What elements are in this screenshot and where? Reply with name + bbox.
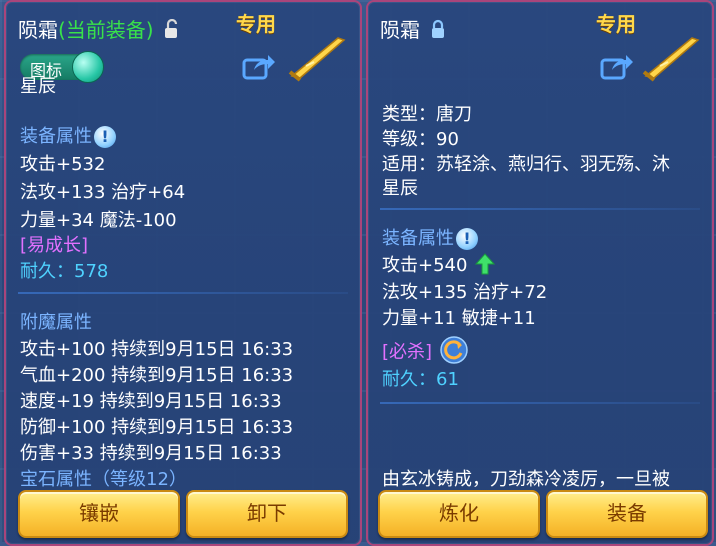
divider	[380, 208, 700, 210]
equip-attributes-heading: 装备属性!	[20, 122, 116, 148]
usable-line: 适用：苏轻涂、燕归行、羽无殇、沐	[382, 154, 670, 175]
info-icon[interactable]: !	[456, 228, 478, 250]
lock-closed-icon[interactable]	[430, 19, 446, 44]
refine-button[interactable]: 炼化	[378, 490, 540, 538]
gem-heading: 宝石属性（等级12）	[20, 469, 187, 490]
inlay-button[interactable]: 镶嵌	[18, 490, 180, 538]
unequip-button[interactable]: 卸下	[186, 490, 348, 538]
usable-line-cont: 星辰	[382, 178, 418, 199]
stat-line: 攻击+532	[20, 154, 106, 175]
growth-tag: [易成长]	[20, 235, 89, 256]
weapon-icon	[286, 32, 348, 86]
toggle-knob	[72, 51, 104, 83]
durability: 耐久：578	[20, 261, 109, 282]
current-equipment-panel: 陨霜(当前装备) 专用 图标 星辰 装备属性! 攻击+532 法攻+133 治疗…	[4, 0, 362, 546]
attack-stat: 攻击+540	[382, 255, 468, 276]
divider	[380, 402, 700, 404]
share-icon[interactable]	[242, 52, 276, 84]
level-line: 等级：90	[382, 129, 459, 150]
weapon-icon	[640, 32, 702, 86]
exclusive-badge: 专用	[596, 12, 636, 36]
arrow-up-icon	[475, 252, 496, 280]
compare-item-panel: 陨霜 专用 类型：唐刀 等级：90 适用：苏轻涂、燕归行、羽无殇、沐 星辰 装备…	[366, 0, 714, 546]
item-name: 陨霜	[380, 18, 420, 42]
enchant-line: 气血+200 持续到9月15日 16:33	[20, 365, 294, 386]
exclusive-badge: 专用	[236, 12, 276, 36]
lock-open-icon[interactable]	[164, 18, 180, 44]
enchant-line: 攻击+100 持续到9月15日 16:33	[20, 339, 294, 360]
enchant-line: 速度+19 持续到9月15日 16:33	[20, 391, 282, 412]
info-icon[interactable]: !	[94, 126, 116, 148]
item-description: 由玄冰铸成，刀劲森冷凌厉，一旦被	[382, 469, 670, 490]
equip-heading-text: 装备属性	[20, 126, 92, 147]
crit-tag-text: [必杀]	[382, 341, 433, 363]
item-title: 陨霜	[380, 14, 446, 44]
current-equipped-label: (当前装备)	[58, 18, 154, 42]
stat-line: 法攻+135 治疗+72	[382, 282, 548, 303]
item-title: 陨霜(当前装备)	[18, 14, 180, 44]
item-name: 陨霜	[18, 18, 58, 42]
stat-line: 力量+34 魔法-100	[20, 210, 177, 231]
stat-line: 力量+11 敏捷+11	[382, 308, 536, 329]
enchant-heading: 附魔属性	[20, 312, 92, 333]
durability: 耐久：61	[382, 369, 459, 390]
type-line: 类型：唐刀	[382, 104, 472, 125]
equip-heading-text: 装备属性	[382, 228, 454, 249]
share-icon[interactable]	[600, 52, 634, 84]
stat-line: 攻击+540	[382, 251, 496, 280]
name-line: 星辰	[20, 76, 56, 97]
stat-line: 法攻+133 治疗+64	[20, 182, 186, 203]
enchant-line: 伤害+33 持续到9月15日 16:33	[20, 443, 282, 464]
enchant-line: 防御+100 持续到9月15日 16:33	[20, 417, 294, 438]
divider	[18, 292, 348, 294]
equip-button[interactable]: 装备	[546, 490, 708, 538]
equip-attributes-heading: 装备属性!	[382, 224, 478, 250]
